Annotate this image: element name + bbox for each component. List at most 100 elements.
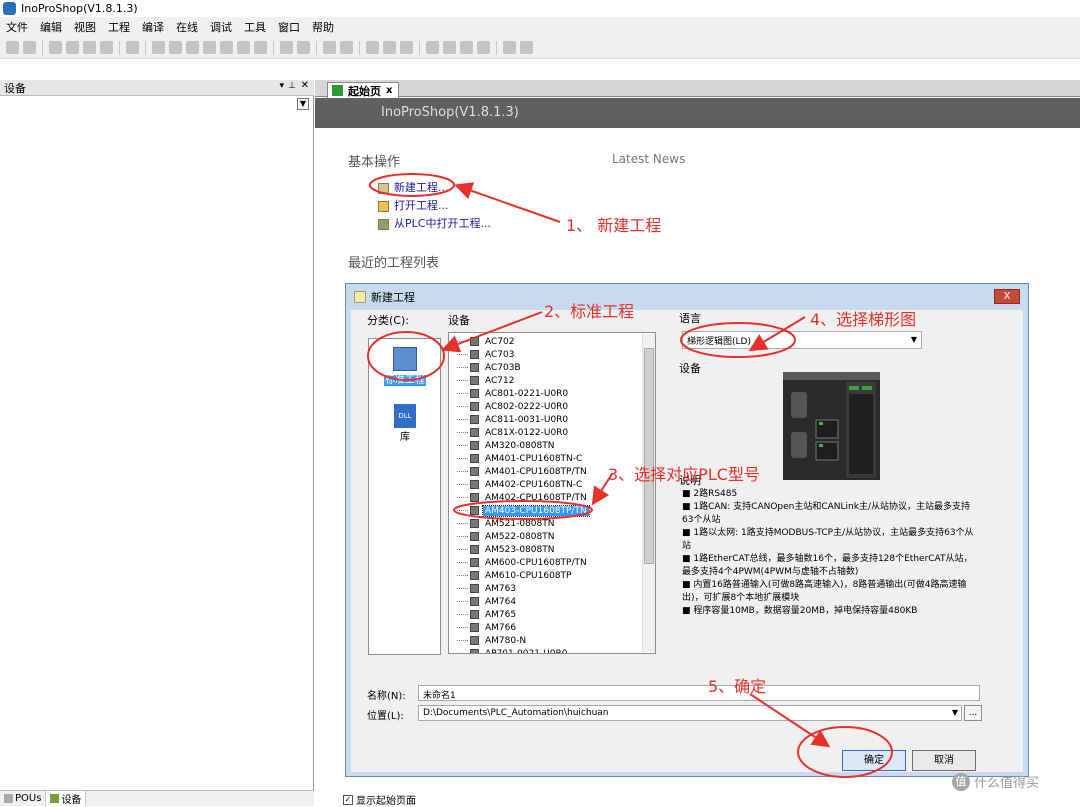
dialog-close-button[interactable]: X (994, 289, 1020, 304)
device-image-label: 设备 (679, 362, 701, 375)
undo-icon[interactable] (152, 41, 165, 54)
user-icon[interactable] (49, 41, 62, 54)
browse-button[interactable]: ... (964, 705, 982, 721)
device-list-item[interactable]: AM320-0808TN (449, 439, 641, 452)
pin-icon[interactable]: ⊥ (288, 81, 296, 91)
device-list-item[interactable]: AM610-CPU1608TP (449, 569, 641, 582)
write-icon[interactable] (520, 41, 533, 54)
device-list-item[interactable]: AM521-0808TN (449, 517, 641, 530)
login-icon[interactable] (323, 41, 336, 54)
language-select[interactable]: 梯形逻辑图(LD) ▼ (682, 331, 922, 349)
step-out-icon[interactable] (460, 41, 473, 54)
project-name-field[interactable]: 未命名1 (418, 685, 980, 701)
open-folder-icon[interactable] (83, 41, 96, 54)
redo-icon[interactable] (169, 41, 182, 54)
device-list-item[interactable]: AC801-0221-U0R0 (449, 387, 641, 400)
new-file-icon[interactable] (66, 41, 79, 54)
device-list-item[interactable]: AC712 (449, 374, 641, 387)
device-list-scrollbar[interactable] (642, 334, 655, 652)
tab-pous[interactable]: POUs (0, 791, 47, 806)
close-tab-icon[interactable]: x (386, 85, 392, 96)
build-icon[interactable] (280, 41, 293, 54)
reset-icon[interactable] (400, 41, 413, 54)
tree-line (457, 354, 468, 355)
device-list-item[interactable]: AC702 (449, 335, 641, 348)
chevron-down-icon[interactable]: ▼ (952, 708, 958, 717)
device-panel-title: 设备 (4, 81, 26, 95)
open-from-plc-link[interactable]: 从PLC中打开工程... (378, 215, 491, 231)
category-library[interactable]: DLL 库 (373, 404, 437, 443)
rebuild-icon[interactable] (297, 41, 310, 54)
menu-window[interactable]: 窗口 (272, 19, 306, 35)
device-list-item[interactable]: AM600-CPU1608TP/TN (449, 556, 641, 569)
forward-icon[interactable] (23, 41, 36, 54)
category-standard-label: 标准工程 (384, 375, 426, 386)
device-list-item[interactable]: AM523-0808TN (449, 543, 641, 556)
logout-icon[interactable] (340, 41, 353, 54)
device-list-item[interactable]: AC802-0222-U0R0 (449, 400, 641, 413)
toolbar (0, 37, 1080, 59)
device-list-item[interactable]: AM766 (449, 621, 641, 634)
chevron-down-icon[interactable]: ▼ (911, 335, 917, 344)
menu-build[interactable]: 编译 (136, 19, 170, 35)
tree-line (457, 549, 468, 550)
breakpoint-icon[interactable] (477, 41, 490, 54)
close-icon[interactable]: ✕ (301, 80, 309, 91)
menu-online[interactable]: 在线 (170, 19, 204, 35)
tree-line (457, 406, 468, 407)
menu-debug[interactable]: 调试 (204, 19, 238, 35)
cut-icon[interactable] (186, 41, 199, 54)
replace-icon[interactable] (254, 41, 267, 54)
save-icon[interactable] (100, 41, 113, 54)
category-standard-project[interactable]: 标准工程 (373, 347, 437, 386)
menu-view[interactable]: 视图 (68, 19, 102, 35)
device-list-item[interactable]: AM402-CPU1608TP/TN (449, 491, 641, 504)
print-icon[interactable] (126, 41, 139, 54)
chevron-down-icon[interactable]: ▼ (297, 98, 309, 110)
ok-button[interactable]: 确定 (842, 750, 906, 771)
device-list-item[interactable]: AM403-CPU1608TP/TN (449, 504, 641, 517)
watermark-text: 什么值得买 (974, 776, 1040, 791)
tab-start-page[interactable]: 起始页 x (327, 82, 400, 98)
scrollbar-thumb[interactable] (644, 348, 654, 564)
device-list-item[interactable]: AM763 (449, 582, 641, 595)
device-list-item[interactable]: AC703 (449, 348, 641, 361)
new-project-link[interactable]: 新建工程... (378, 179, 449, 195)
stop-icon[interactable] (383, 41, 396, 54)
checkbox-checked-icon[interactable]: ✓ (343, 794, 353, 805)
open-project-link-label: 打开工程... (394, 199, 449, 212)
step-over-icon[interactable] (426, 41, 439, 54)
paste-icon[interactable] (220, 41, 233, 54)
device-list-item[interactable]: AM522-0808TN (449, 530, 641, 543)
panel-dropdown-icon[interactable]: ▾ (279, 81, 284, 91)
language-label: 语言 (679, 312, 701, 325)
menu-help[interactable]: 帮助 (306, 19, 340, 35)
run-icon[interactable] (366, 41, 379, 54)
device-list-item[interactable]: AP701-0021-U0R0 (449, 647, 641, 653)
menu-project[interactable]: 工程 (102, 19, 136, 35)
find-icon[interactable] (237, 41, 250, 54)
project-location-field[interactable]: D:\Documents\PLC_Automation\huichuan ▼ (418, 705, 962, 721)
open-project-link[interactable]: 打开工程... (378, 197, 449, 213)
device-list-item[interactable]: AM764 (449, 595, 641, 608)
new-project-link-label: 新建工程... (394, 181, 449, 194)
device-list-item[interactable]: AM780-N (449, 634, 641, 647)
menu-file[interactable]: 文件 (0, 19, 34, 35)
force-icon[interactable] (503, 41, 516, 54)
device-list-item[interactable]: AC811-0031-U0R0 (449, 413, 641, 426)
new-project-icon (378, 182, 389, 194)
device-name: AC703B (485, 362, 521, 373)
cancel-button[interactable]: 取消 (912, 750, 976, 771)
device-list-item[interactable]: AC703B (449, 361, 641, 374)
watermark: 值 什么值得买 (952, 772, 1039, 791)
tab-devices[interactable]: 设备 (46, 791, 87, 806)
device-list-item[interactable]: AM765 (449, 608, 641, 621)
project-location-value: D:\Documents\PLC_Automation\huichuan (423, 708, 609, 718)
back-icon[interactable] (6, 41, 19, 54)
device-list-item[interactable]: AC81X-0122-U0R0 (449, 426, 641, 439)
copy-icon[interactable] (203, 41, 216, 54)
show-start-page-checkbox[interactable]: ✓ 显示起始页面 (343, 792, 416, 807)
step-into-icon[interactable] (443, 41, 456, 54)
menu-tools[interactable]: 工具 (238, 19, 272, 35)
menu-edit[interactable]: 编辑 (34, 19, 68, 35)
